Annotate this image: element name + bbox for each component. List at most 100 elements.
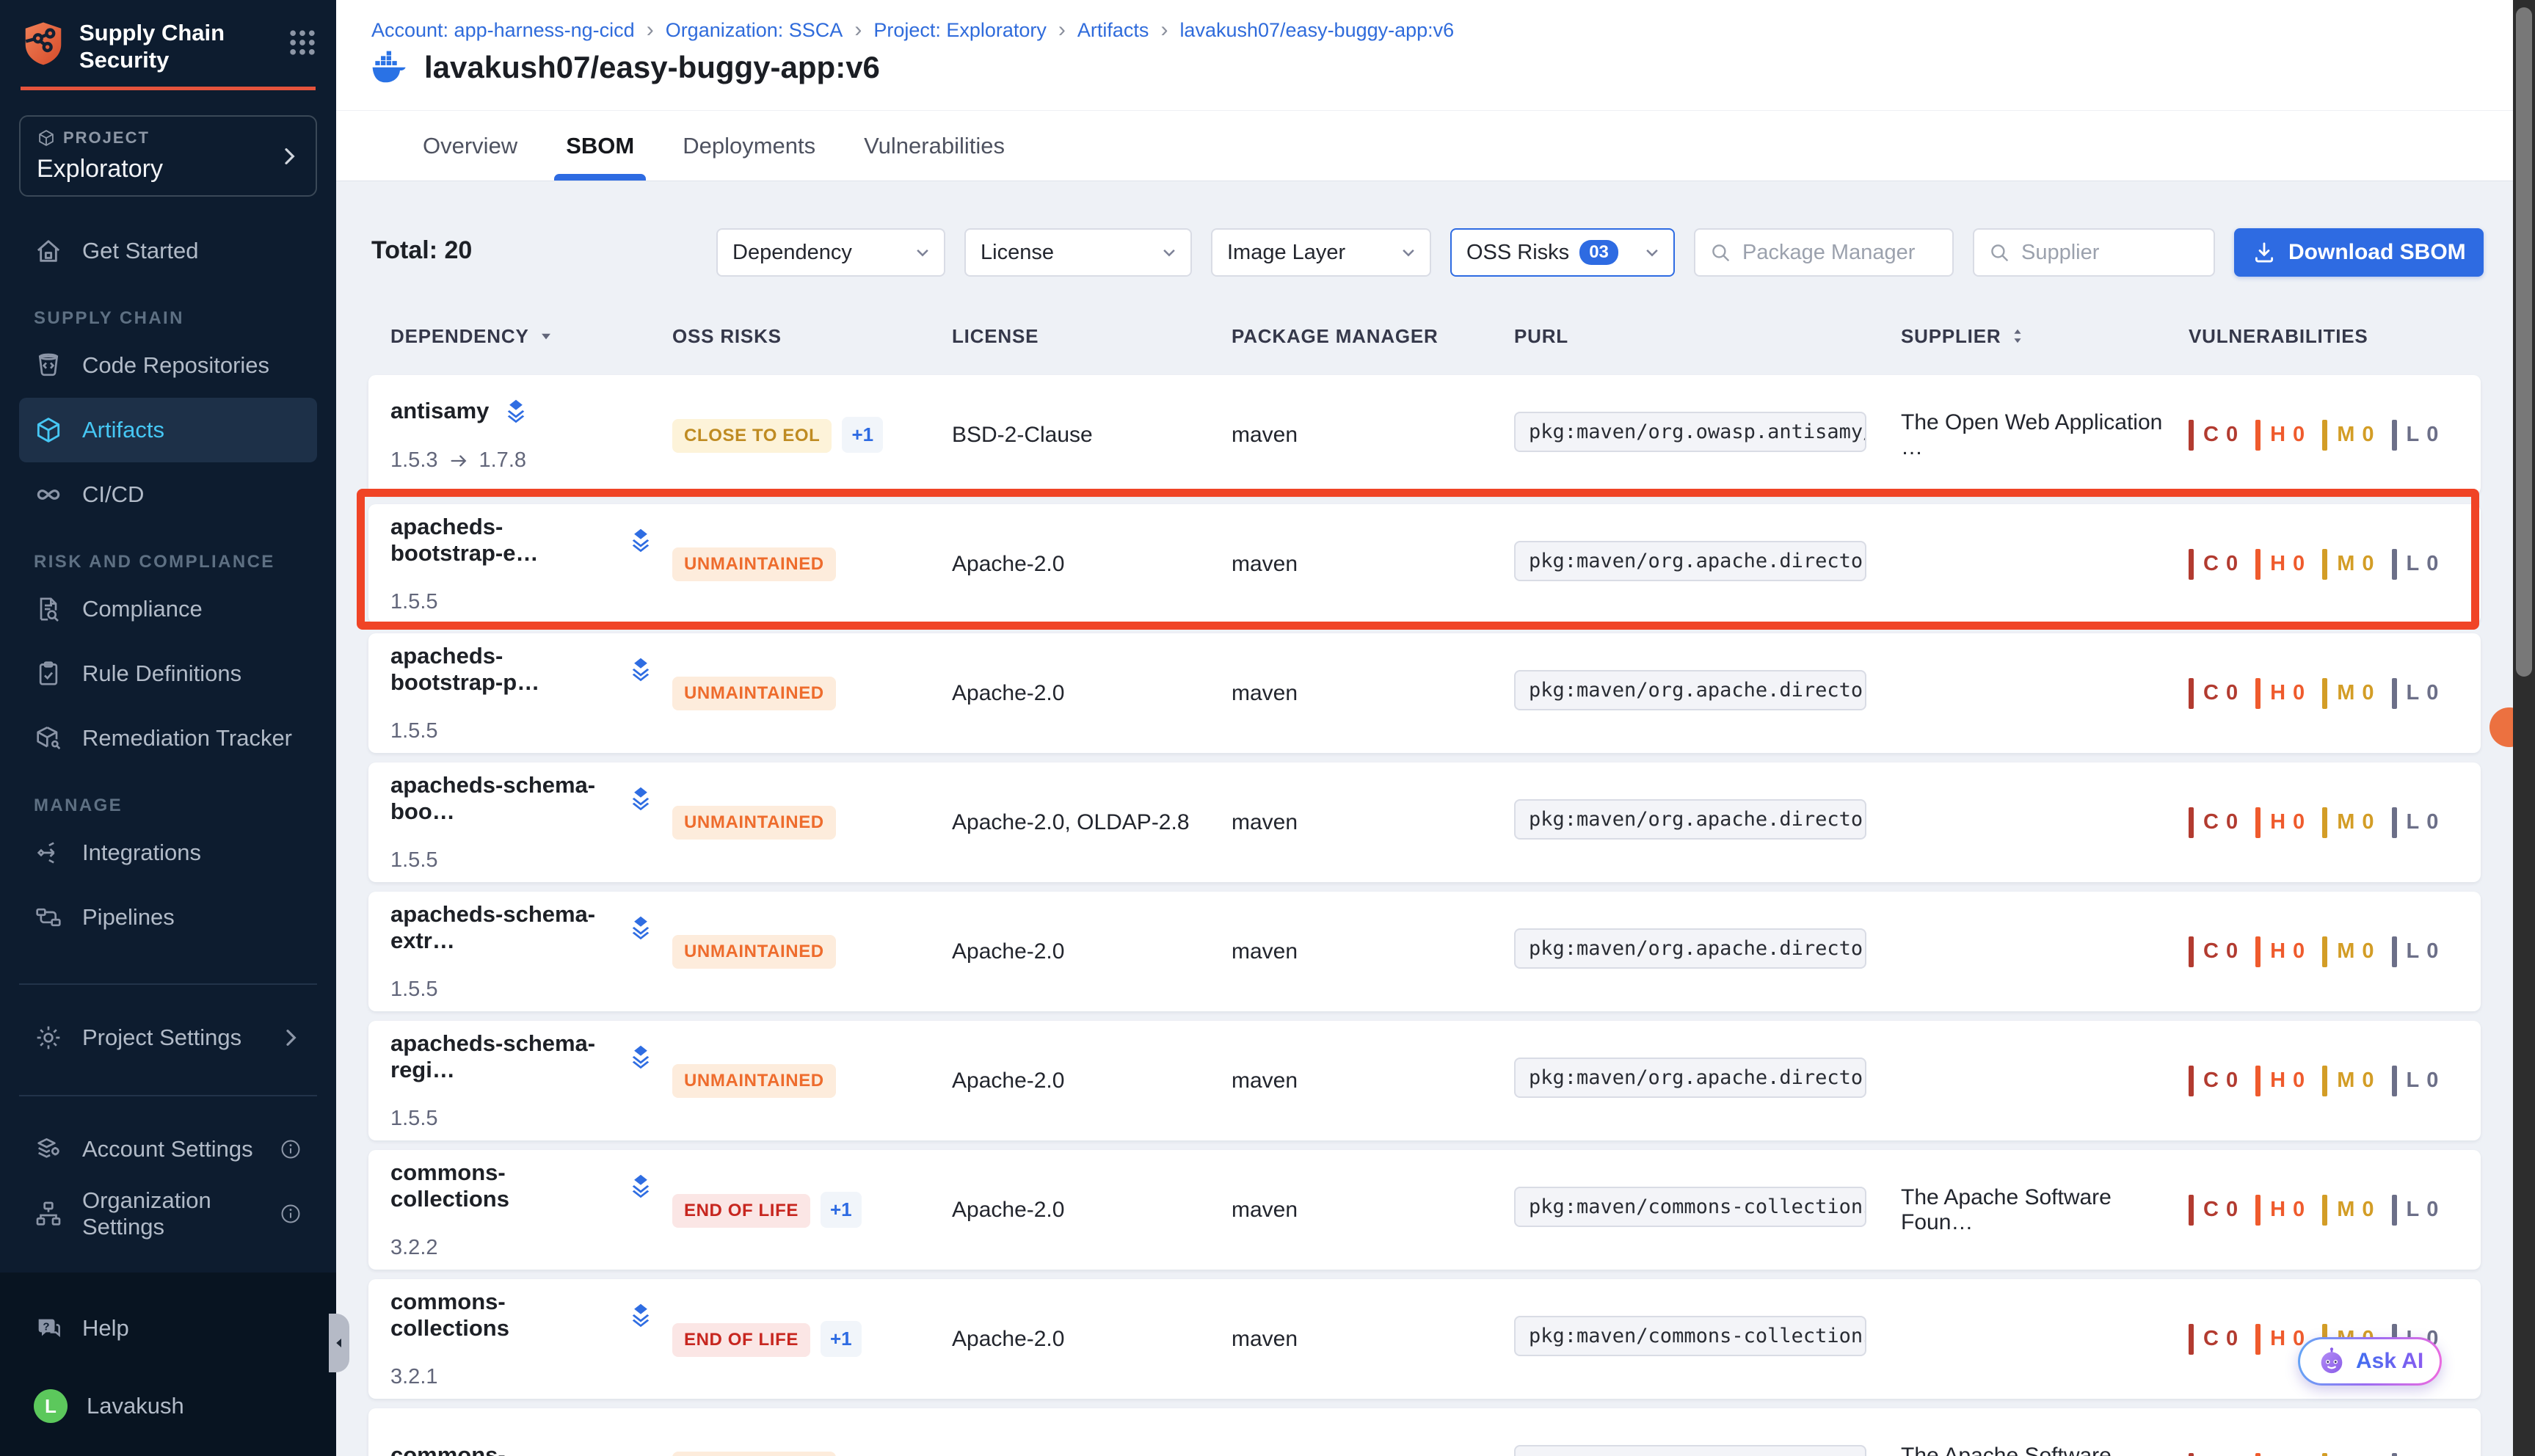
purl-value[interactable]: pkg:maven/org.owasp.antisamy/ant… [1514, 412, 1866, 452]
user-menu[interactable]: L Lavakush [19, 1374, 317, 1438]
sort-desc-icon[interactable] [537, 327, 556, 346]
severity-c: C0 [2189, 1195, 2238, 1226]
column-header-dependency[interactable]: DEPENDENCY [390, 325, 672, 348]
sort-icon[interactable] [2008, 327, 2027, 346]
license-value: BSD-2-Clause [952, 423, 1093, 447]
license-value: Apache-2.0 [952, 1069, 1064, 1093]
breadcrumb-link[interactable]: Organization: SSCA [666, 19, 843, 42]
infinity-icon [34, 480, 63, 509]
table-row[interactable]: commons-configurationUNMAINTAINEDhttp://… [368, 1408, 2481, 1456]
sidebar-item-organization-settings[interactable]: Organization Settings [19, 1182, 317, 1246]
tab-sbom[interactable]: SBOM [566, 111, 634, 181]
sidebar-item-label: Artifacts [82, 417, 164, 443]
chevron-right-icon [279, 1026, 302, 1049]
more-risks-chip[interactable]: +1 [821, 1321, 862, 1357]
total-count: Total: 20 [371, 236, 472, 265]
purl-value[interactable]: pkg:maven/commons-collections/co… [1514, 1187, 1866, 1227]
tab-overview[interactable]: Overview [423, 111, 517, 181]
layers-icon[interactable] [627, 785, 655, 812]
sidebar-item-ci-cd[interactable]: CI/CD [19, 462, 317, 527]
box-wrench-icon [34, 724, 63, 753]
sidebar-item-remediation-tracker[interactable]: Remediation Tracker [19, 706, 317, 771]
integrations-icon [34, 838, 63, 867]
severity-letter: C [2203, 939, 2219, 964]
severity-h: H0 [2255, 549, 2305, 580]
more-risks-chip[interactable]: +1 [842, 417, 883, 453]
scrollbar-track[interactable] [2513, 0, 2535, 1456]
severity-count: 0 [2426, 810, 2438, 834]
filter-dropdown-oss-risks[interactable]: OSS Risks03 [1450, 228, 1675, 277]
layers-icon[interactable] [502, 397, 530, 425]
breadcrumb-link[interactable]: lavakush07/easy-buggy-app:v6 [1179, 19, 1454, 42]
dependency-name: antisamy [390, 398, 489, 424]
sidebar-collapse-handle[interactable] [329, 1314, 349, 1372]
purl-value[interactable]: pkg:maven/org.apache.directory.s… [1514, 799, 1866, 840]
sidebar-item-code-repositories[interactable]: Code Repositories [19, 333, 317, 398]
breadcrumb-link[interactable]: Artifacts [1077, 19, 1149, 42]
layers-icon[interactable] [627, 914, 655, 942]
dropdown-label: License [981, 241, 1054, 265]
docker-icon [368, 47, 410, 88]
severity-letter: H [2270, 939, 2286, 964]
layers-icon[interactable] [627, 1043, 655, 1071]
severity-c: C0 [2189, 1453, 2238, 1456]
column-header-supplier[interactable]: SUPPLIER [1901, 325, 2189, 348]
severity-bar [2255, 936, 2261, 967]
filter-dropdown-image-layer[interactable]: Image Layer [1211, 228, 1431, 277]
info-icon[interactable] [279, 1202, 302, 1226]
supplier-search[interactable] [1973, 228, 2215, 277]
package-manager-search-input[interactable] [1742, 241, 1939, 265]
purl-value[interactable]: pkg:maven/commons-collections/co… [1514, 1316, 1866, 1356]
purl-value[interactable]: pkg:maven/org.apache.directory.s… [1514, 1058, 1866, 1098]
sidebar-item-rule-definitions[interactable]: Rule Definitions [19, 641, 317, 706]
purl-value[interactable]: pkg:maven/org.apache.directory.s… [1514, 670, 1866, 710]
tab-deployments[interactable]: Deployments [683, 111, 815, 181]
layers-icon[interactable] [627, 526, 655, 554]
layers-icon[interactable] [627, 1301, 655, 1329]
breadcrumb-link[interactable]: Project: Exploratory [873, 19, 1047, 42]
filter-dropdown-dependency[interactable]: Dependency [716, 228, 945, 277]
table-row[interactable]: commons-collections3.2.1END OF LIFE+1Apa… [368, 1279, 2481, 1399]
ask-ai-button[interactable]: Ask AI [2298, 1337, 2442, 1386]
more-risks-chip[interactable]: +1 [821, 1192, 862, 1228]
table-row[interactable]: apacheds-schema-boo…1.5.5UNMAINTAINEDApa… [368, 762, 2481, 882]
sidebar-item-integrations[interactable]: Integrations [19, 820, 317, 885]
sidebar-item-compliance[interactable]: Compliance [19, 577, 317, 641]
table-row[interactable]: apacheds-bootstrap-e…1.5.5UNMAINTAINEDAp… [368, 504, 2481, 624]
dependency-version: 1.5.5 [390, 719, 655, 743]
sidebar-item-account-settings[interactable]: Account Settings [19, 1117, 317, 1182]
breadcrumb-link[interactable]: Account: app-harness-ng-cicd [371, 19, 635, 42]
info-icon[interactable] [279, 1138, 302, 1161]
dependency-name: apacheds-schema-regi… [390, 1030, 614, 1083]
project-selector[interactable]: PROJECT Exploratory [19, 115, 317, 197]
license-value: Apache-2.0 [952, 939, 1064, 964]
tab-vulnerabilities[interactable]: Vulnerabilities [864, 111, 1005, 181]
severity-l: L0 [2392, 1453, 2439, 1456]
severity-m: M0 [2322, 678, 2374, 709]
download-sbom-button[interactable]: Download SBOM [2234, 228, 2484, 277]
layers-icon[interactable] [627, 1172, 655, 1200]
sidebar-item-artifacts[interactable]: Artifacts [19, 398, 317, 462]
filter-dropdown-license[interactable]: License [964, 228, 1192, 277]
layers-icon[interactable] [627, 655, 655, 683]
purl-value[interactable]: pkg:maven/org.apache.directory.s… [1514, 541, 1866, 581]
sidebar-item-get-started[interactable]: Get Started [19, 219, 317, 283]
package-manager-search[interactable] [1694, 228, 1954, 277]
module-grid-icon[interactable] [286, 26, 319, 59]
sidebar-item-pipelines[interactable]: Pipelines [19, 885, 317, 950]
vulnerability-counts: C0H0M0L0 [2189, 420, 2481, 451]
purl-value[interactable]: pkg:maven/org.apache.directory.s… [1514, 928, 1866, 969]
supplier-search-input[interactable] [2021, 241, 2200, 265]
sidebar: Supply Chain Security PROJECT Explorator… [0, 0, 336, 1456]
table-row[interactable]: antisamy1.5.31.7.8CLOSE TO EOL+1BSD-2-Cl… [368, 375, 2481, 495]
scrollbar-thumb[interactable] [2516, 7, 2532, 677]
severity-letter: M [2337, 810, 2355, 834]
sidebar-item-project-settings[interactable]: Project Settings [19, 1005, 317, 1070]
purl-value[interactable]: pkg:maven/commons-configuration/c… [1514, 1445, 1866, 1456]
severity-letter: L [2407, 1069, 2421, 1093]
table-row[interactable]: apacheds-bootstrap-p…1.5.5UNMAINTAINEDAp… [368, 633, 2481, 753]
sidebar-item-help[interactable]: ? Help [19, 1296, 317, 1361]
table-row[interactable]: apacheds-schema-extr…1.5.5UNMAINTAINEDAp… [368, 892, 2481, 1011]
table-row[interactable]: apacheds-schema-regi…1.5.5UNMAINTAINEDAp… [368, 1021, 2481, 1140]
table-row[interactable]: commons-collections3.2.2END OF LIFE+1Apa… [368, 1150, 2481, 1270]
